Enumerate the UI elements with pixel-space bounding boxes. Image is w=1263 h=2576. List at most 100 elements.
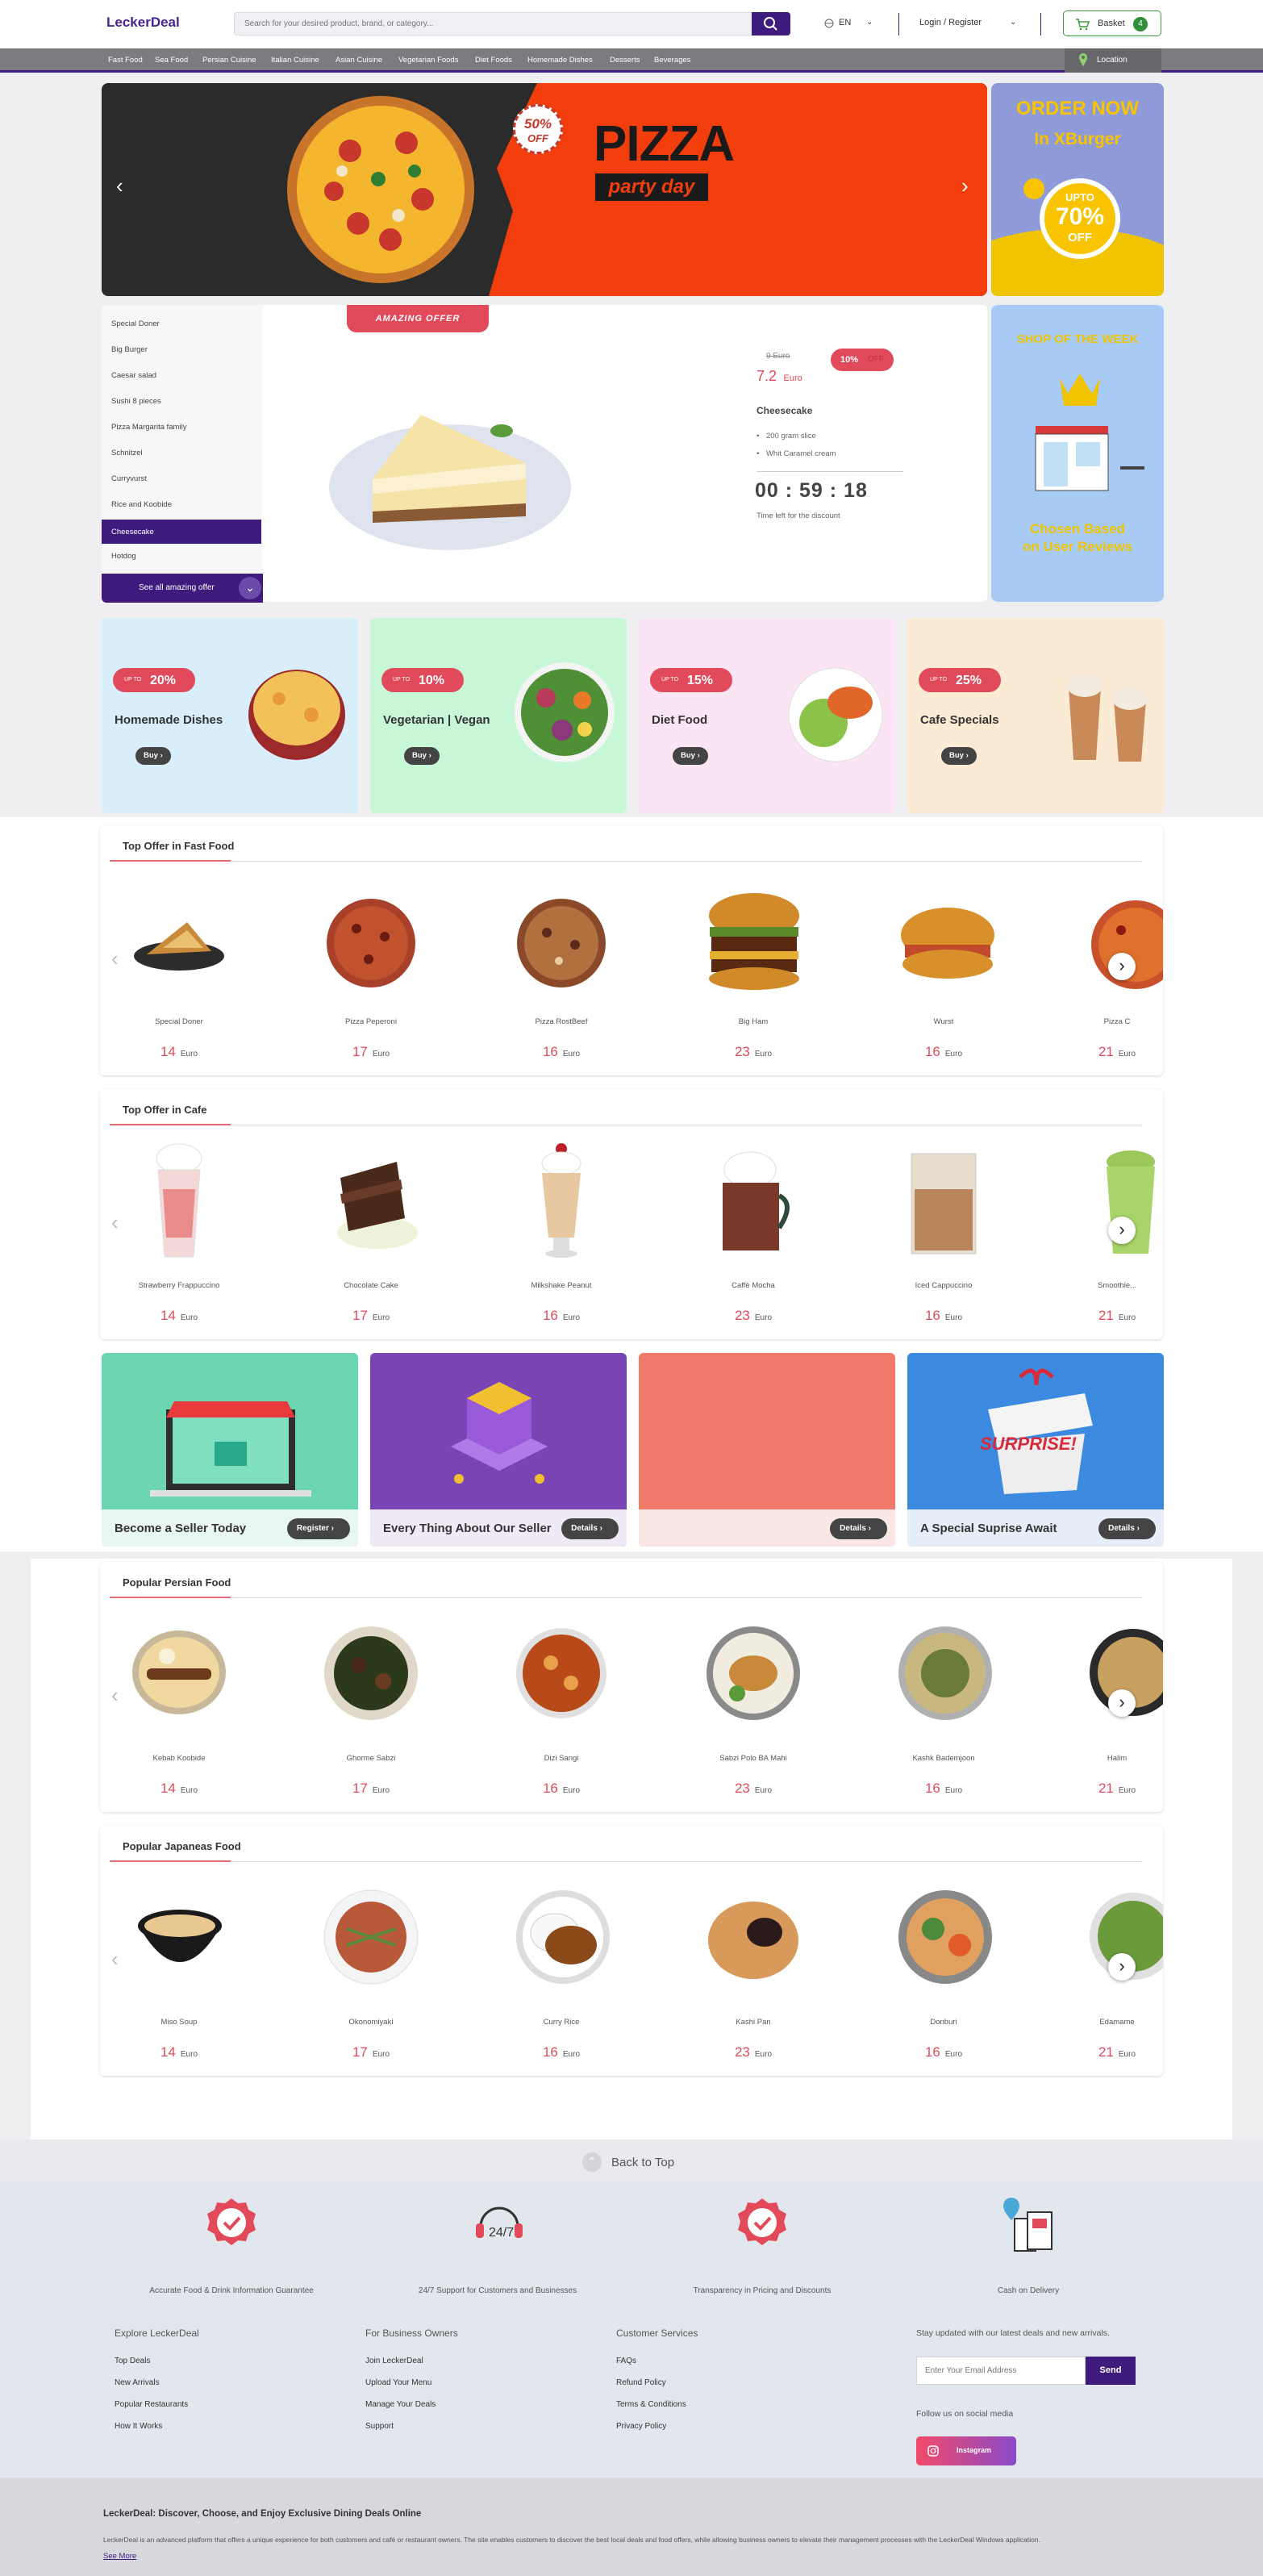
register-button[interactable]: Register ›	[286, 1518, 350, 1539]
nav-item-fast-food[interactable]: Fast Food	[108, 56, 143, 65]
chevron-down-icon[interactable]: ⌄	[1010, 18, 1016, 27]
footer-link[interactable]: Privacy Policy	[616, 2422, 698, 2431]
product-card[interactable]: Kashi Pan 23 Euro	[689, 2018, 818, 2060]
newsletter-email-input[interactable]	[916, 2357, 1086, 2385]
search-button[interactable]	[752, 12, 790, 35]
product-card[interactable]: Edamame 21 Euro	[1071, 2018, 1163, 2060]
carousel-prev-arrow[interactable]: ‹	[111, 1210, 135, 1234]
product-card[interactable]: Miso Soup 14 Euro	[115, 2018, 244, 2060]
footer-link[interactable]: FAQs	[616, 2357, 698, 2365]
footer-link[interactable]: Manage Your Deals	[365, 2400, 458, 2409]
login-register-link[interactable]: Login / Register	[919, 18, 982, 27]
banner-next-arrow[interactable]: ›	[961, 173, 969, 198]
basket-button[interactable]: Basket 4	[1063, 10, 1161, 36]
product-card[interactable]: Pizza RostBeef 16 Euro	[497, 1017, 626, 1060]
nav-item-beverages[interactable]: Beverages	[654, 56, 690, 65]
nav-item-asian-cuisine[interactable]: Asian Cuisine	[336, 56, 382, 65]
footer-link[interactable]: Popular Restaurants	[115, 2400, 199, 2409]
carousel-next-arrow[interactable]: ›	[1108, 953, 1136, 980]
nav-item-desserts[interactable]: Desserts	[610, 56, 640, 65]
details-button[interactable]: Details ›	[830, 1518, 887, 1539]
hero-banner[interactable]: 50% OFF PIZZA party day ‹ ›	[102, 83, 987, 296]
product-card[interactable]: Pizza C 21 Euro	[1071, 1017, 1163, 1060]
promo-buy-button[interactable]: Buy ›	[673, 747, 708, 765]
footer-link[interactable]: New Arrivals	[115, 2378, 199, 2387]
product-card[interactable]: Caffè Mocha 23 Euro	[689, 1281, 818, 1324]
see-more-link[interactable]: See More	[103, 2552, 136, 2561]
product-card[interactable]: Donburi 16 Euro	[879, 2018, 1008, 2060]
carousel-next-arrow[interactable]: ›	[1108, 1689, 1136, 1717]
amazing-category-item[interactable]: Pizza Margarita family	[111, 423, 186, 432]
nav-item-diet-foods[interactable]: Diet Foods	[475, 56, 512, 65]
nav-item-sea-food[interactable]: Sea Food	[155, 56, 188, 65]
product-card[interactable]: Strawberry Frappuccino 14 Euro	[115, 1281, 244, 1324]
nav-item-vegetarian-foods[interactable]: Vegetarian Foods	[398, 56, 458, 65]
amazing-category-item[interactable]: Curryvurst	[111, 474, 147, 483]
banner-prev-arrow[interactable]: ‹	[116, 173, 123, 198]
product-card[interactable]: Ghorme Sabzi 17 Euro	[306, 1754, 436, 1797]
chevron-down-icon[interactable]: ⌄	[866, 18, 873, 27]
location-button[interactable]: Location	[1065, 48, 1161, 73]
become-seller-ad[interactable]: Become a Seller Today Register ›	[102, 1353, 358, 1547]
logo[interactable]: LeckerDeal	[106, 15, 180, 31]
details-button[interactable]: Details ›	[561, 1518, 619, 1539]
promo-ad-blank[interactable]: Details ›	[639, 1353, 895, 1547]
promo-buy-button[interactable]: Buy ›	[941, 747, 977, 765]
product-card[interactable]: Big Ham 23 Euro	[689, 1017, 818, 1060]
footer-link[interactable]: Terms & Conditions	[616, 2400, 698, 2409]
amazing-category-item[interactable]: Rice and Koobide	[111, 500, 172, 509]
nav-item-italian-cuisine[interactable]: Italian Cuisine	[271, 56, 319, 65]
seller-info-ad[interactable]: Every Thing About Our Seller Details ›	[370, 1353, 627, 1547]
product-card[interactable]: Chocolate Cake 17 Euro	[306, 1281, 436, 1324]
product-card[interactable]: Special Doner 14 Euro	[115, 1017, 244, 1060]
product-card[interactable]: Sabzi Polo BA Mahi 23 Euro	[689, 1754, 818, 1797]
product-card[interactable]: Kebab Koobide 14 Euro	[115, 1754, 244, 1797]
product-card[interactable]: Iced Cappuccino 16 Euro	[879, 1281, 1008, 1324]
product-card[interactable]: Okonomiyaki 17 Euro	[306, 2018, 436, 2060]
xburger-ad[interactable]: ORDER NOW In XBurger UPTO 70% OFF	[991, 83, 1164, 296]
carousel-next-arrow[interactable]: ›	[1108, 1953, 1136, 1981]
product-card[interactable]: Curry Rice 16 Euro	[497, 2018, 626, 2060]
promo-buy-button[interactable]: Buy ›	[135, 747, 171, 765]
footer-link[interactable]: How It Works	[115, 2422, 199, 2431]
amazing-category-item[interactable]: Sushi 8 pieces	[111, 397, 161, 406]
product-card[interactable]: Kashk Bademjoon 16 Euro	[879, 1754, 1008, 1797]
instagram-button[interactable]: Instagram	[916, 2436, 1016, 2465]
amazing-category-item[interactable]: Special Doner	[111, 319, 160, 328]
product-card[interactable]: Smoothie... 21 Euro	[1071, 1281, 1163, 1324]
amazing-category-item-selected[interactable]: Cheesecake	[102, 520, 266, 544]
search-input[interactable]	[244, 13, 728, 35]
amazing-category-item[interactable]: Schnitzel	[111, 449, 143, 457]
amazing-category-item[interactable]: Caesar salad	[111, 371, 156, 380]
surprise-ad[interactable]: SURPRISE! A Special Suprise Await Details…	[907, 1353, 1164, 1547]
product-card[interactable]: Dizi Sangi 16 Euro	[497, 1754, 626, 1797]
language-selector[interactable]: EN	[839, 18, 851, 27]
amazing-category-item[interactable]: Big Burger	[111, 345, 148, 354]
promo-buy-button[interactable]: Buy ›	[404, 747, 440, 765]
footer-link[interactable]: Join LeckerDeal	[365, 2357, 458, 2365]
details-button[interactable]: Details ›	[1098, 1518, 1156, 1539]
shop-of-week-ad[interactable]: SHOP OF THE WEEK Chosen Based on User Re…	[991, 305, 1164, 602]
product-image	[517, 899, 606, 987]
carousel-prev-arrow[interactable]: ‹	[111, 1947, 135, 1971]
cash-on-delivery-icon	[1003, 2198, 1052, 2252]
see-all-amazing-button[interactable]: See all amazing offer ⌄	[102, 574, 263, 603]
shop-of-week-line2: on User Reviews	[1022, 539, 1133, 554]
product-card[interactable]: Milkshake Peanut 16 Euro	[497, 1281, 626, 1324]
promo-card-homemade[interactable]: UP TO 20% Homemade Dishes Buy ›	[102, 618, 358, 813]
amazing-category-item[interactable]: Hotdog	[111, 552, 136, 561]
carousel-next-arrow[interactable]: ›	[1108, 1217, 1136, 1244]
promo-card-vegetarian[interactable]: UP TO 10% Vegetarian | Vegan Buy ›	[370, 618, 627, 813]
footer-link[interactable]: Support	[365, 2422, 458, 2431]
promo-card-diet[interactable]: UP TO 15% Diet Food Buy ›	[639, 618, 895, 813]
footer-link[interactable]: Upload Your Menu	[365, 2378, 458, 2387]
nav-item-homemade-dishes[interactable]: Homemade Dishes	[527, 56, 593, 65]
promo-card-cafe[interactable]: UP TO 25% Cafe Specials Buy ›	[907, 618, 1164, 813]
product-card[interactable]: Halim 21 Euro	[1071, 1754, 1163, 1797]
newsletter-send-button[interactable]: Send	[1086, 2357, 1136, 2385]
footer-link[interactable]: Refund Policy	[616, 2378, 698, 2387]
footer-link[interactable]: Top Deals	[115, 2357, 199, 2365]
product-card[interactable]: Wurst 16 Euro	[879, 1017, 1008, 1060]
nav-item-persian-cuisine[interactable]: Persian Cuisine	[202, 56, 256, 65]
product-card[interactable]: Pizza Peperoni 17 Euro	[306, 1017, 436, 1060]
